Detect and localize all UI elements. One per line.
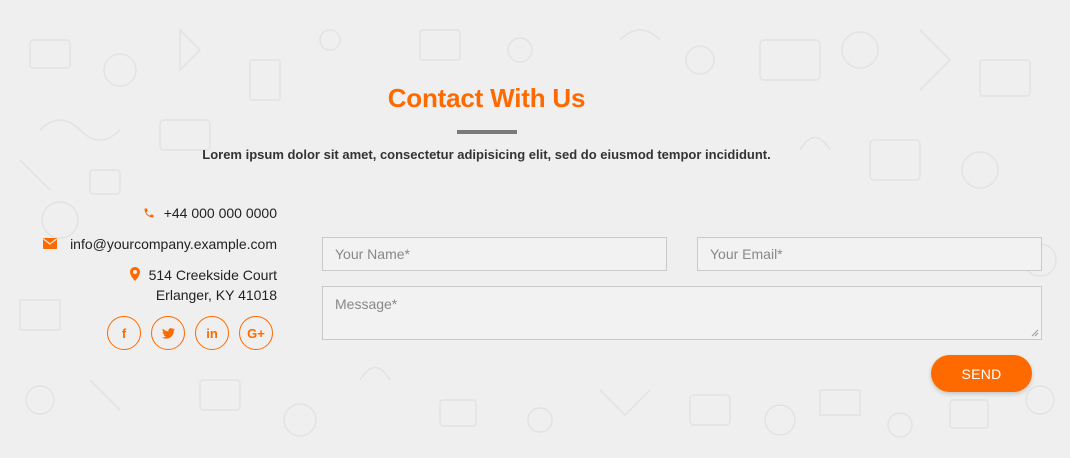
- send-button[interactable]: SEND: [931, 355, 1032, 392]
- resize-grip-icon[interactable]: [1029, 327, 1039, 337]
- phone-icon: [143, 207, 155, 219]
- facebook-icon[interactable]: f: [107, 316, 141, 350]
- name-input[interactable]: [322, 237, 667, 271]
- email-input[interactable]: [697, 237, 1042, 271]
- address-line-1: 514 Creekside Court: [148, 267, 277, 283]
- address-line: 514 Creekside Court Erlanger, KY 41018: [129, 265, 277, 305]
- section-subtitle: Lorem ipsum dolor sit amet, consectetur …: [202, 147, 771, 162]
- phone-number: +44 000 000 0000: [163, 205, 277, 221]
- section-title: Contact With Us: [387, 83, 586, 113]
- phone-line: +44 000 000 0000: [143, 205, 277, 221]
- address-text: 514 Creekside Court Erlanger, KY 41018: [149, 265, 277, 305]
- address-line-2: Erlanger, KY 41018: [155, 287, 277, 303]
- title-divider: [457, 130, 517, 134]
- email-line: info@yourcompany.example.com: [43, 236, 277, 252]
- contact-section: Contact With Us Lorem ipsum dolor sit am…: [0, 0, 1070, 458]
- social-links: f in G+: [107, 316, 273, 350]
- twitter-icon[interactable]: [151, 316, 185, 350]
- linkedin-icon[interactable]: in: [195, 316, 229, 350]
- envelope-icon: [43, 238, 58, 249]
- map-marker-icon: [129, 267, 140, 281]
- google-plus-icon[interactable]: G+: [239, 316, 273, 350]
- message-textarea[interactable]: [322, 286, 1042, 340]
- email-address[interactable]: info@yourcompany.example.com: [70, 236, 277, 252]
